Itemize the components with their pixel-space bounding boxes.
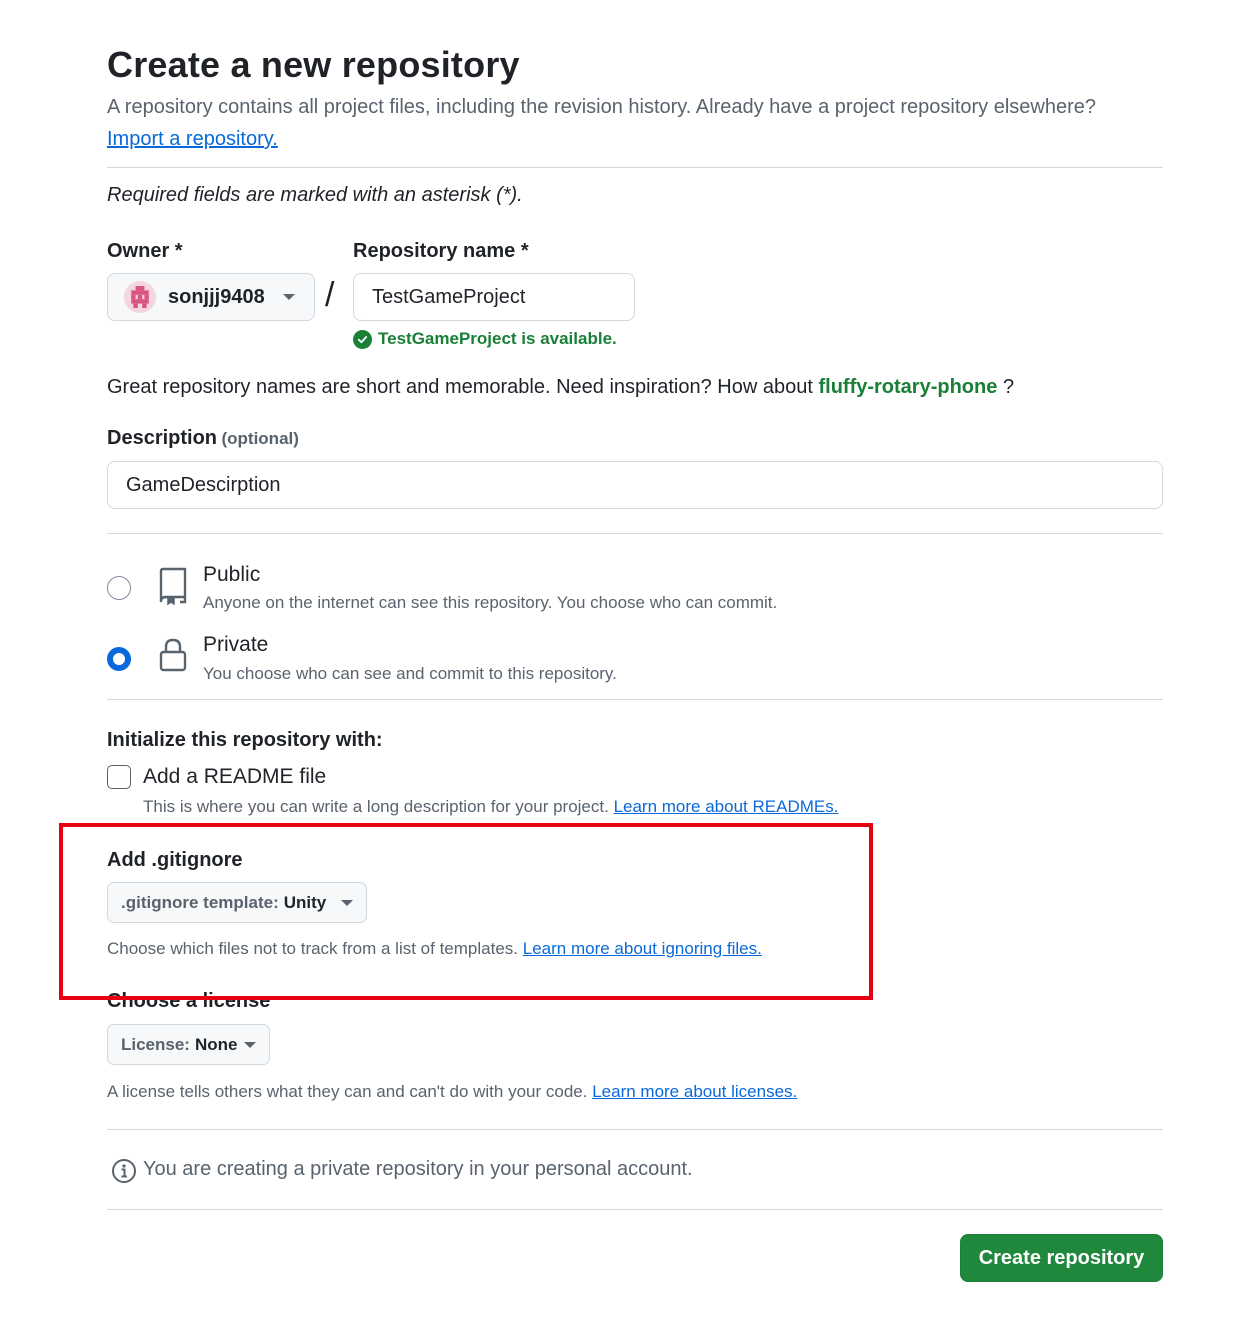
owner-name: sonjjj9408 [168, 285, 265, 308]
divider [107, 699, 1163, 700]
owner-repo-separator: / [325, 276, 335, 314]
page-subtitle: A repository contains all project files,… [107, 96, 1097, 118]
private-description: You choose who can see and commit to thi… [203, 664, 617, 683]
import-repository-link[interactable]: Import a repository. [107, 128, 278, 151]
divider [107, 167, 1163, 168]
check-circle-icon [353, 329, 372, 349]
info-icon [111, 1158, 137, 1189]
required-fields-note: Required fields are marked with an aster… [107, 184, 523, 206]
divider [107, 533, 1163, 534]
public-title: Public [203, 563, 261, 586]
description-label-row: Description (optional) [107, 427, 299, 450]
divider [107, 1209, 1163, 1210]
repository-name-label: Repository name * [353, 240, 529, 262]
public-radio[interactable] [107, 576, 131, 600]
learn-more-licenses-link[interactable]: Learn more about licenses. [592, 1082, 797, 1101]
license-select-key: License: [121, 1034, 190, 1054]
lock-icon [159, 638, 187, 677]
optional-tag: (optional) [221, 429, 299, 448]
caret-down-icon [282, 294, 295, 300]
caret-down-icon [244, 1041, 256, 1048]
private-title: Private [203, 633, 269, 656]
license-select[interactable]: License: None [107, 1024, 270, 1065]
create-repository-button[interactable]: Create repository [960, 1234, 1163, 1282]
repository-name-input[interactable] [353, 273, 635, 321]
description-input[interactable] [107, 461, 1163, 509]
readme-label: Add a README file [143, 765, 327, 788]
license-help: A license tells others what they can and… [107, 1082, 797, 1102]
license-select-value: None [194, 1034, 238, 1054]
description-label: Description [107, 427, 218, 449]
readme-help: This is where you can write a long descr… [143, 797, 838, 817]
readme-checkbox[interactable] [107, 765, 131, 789]
readme-help-text: This is where you can write a long descr… [143, 797, 609, 816]
page-title: Create a new repository [107, 44, 520, 85]
private-radio[interactable] [107, 647, 131, 671]
license-help-text: A license tells others what they can and… [107, 1082, 588, 1101]
repo-icon [158, 567, 188, 610]
inspiration-suffix: ? [1002, 376, 1015, 398]
highlight-box [59, 823, 873, 1000]
suggested-name-button[interactable]: fluffy-rotary-phone [818, 376, 997, 398]
availability-status: TestGameProject is available. [353, 329, 617, 349]
private-repo-notice: You are creating a private repository in… [143, 1158, 693, 1180]
divider [107, 1129, 1163, 1130]
owner-select-button[interactable]: sonjjj9408 [107, 273, 315, 321]
learn-more-readmes-link[interactable]: Learn more about READMEs. [614, 797, 839, 816]
identicon-icon [131, 286, 149, 308]
public-description: Anyone on the internet can see this repo… [203, 593, 778, 612]
availability-text: TestGameProject is available. [378, 329, 617, 348]
initialize-heading: Initialize this repository with: [107, 729, 383, 751]
avatar [124, 281, 156, 313]
inspiration-prefix: Great repository names are short and mem… [107, 376, 813, 398]
owner-label: Owner * [107, 240, 183, 262]
inspiration-text: Great repository names are short and mem… [107, 376, 1014, 399]
